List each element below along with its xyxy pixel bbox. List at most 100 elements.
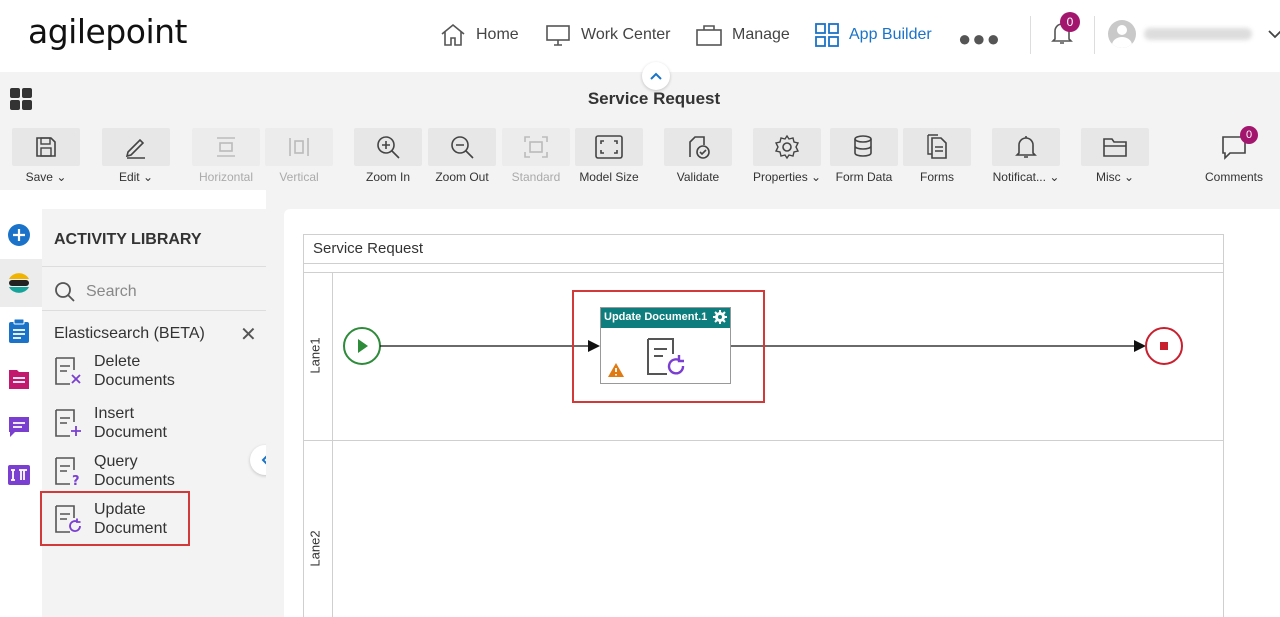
chevron-down-icon: ⌄ [1049,170,1060,184]
chevron-down-icon: ⌄ [1123,170,1135,184]
agilepoint-logo[interactable]: agilepoint [28,12,187,51]
text-field-icon[interactable] [6,462,32,488]
database-icon [854,135,872,157]
align-vertical-icon [289,138,309,156]
model-size-button[interactable]: Model Size [575,128,643,186]
notifications-toolbar-button[interactable]: Notificat... ⌄ [992,128,1060,186]
fit-screen-icon [595,135,623,159]
edit-label: Edit [118,170,140,184]
standard-size-icon [524,136,548,158]
nav-app-builder[interactable]: App Builder [815,20,932,50]
end-event[interactable] [1145,327,1183,365]
close-category-icon[interactable]: ✕ [240,325,257,345]
pool-header-divider [303,263,1224,264]
forms-button[interactable]: Forms [903,128,971,186]
form-data-button[interactable]: Form Data [830,128,898,186]
horizontal-button[interactable]: Horizontal [192,128,260,186]
zoom-out-label: Zoom Out [435,170,489,184]
standard-button[interactable]: Standard [502,128,570,186]
gear-icon [775,134,800,160]
chevron-down-icon [1268,30,1280,39]
bell-icon [1015,136,1037,158]
zoom-out-icon [451,136,474,159]
user-name-blurred [1144,28,1252,40]
nav-app-builder-label: App Builder [849,26,932,43]
highlight-box-update-document [40,491,190,546]
library-item-label: Insert Document [94,405,167,441]
lane1-label[interactable]: Lane1 [308,337,323,373]
activity-library-panel: ACTIVITY LIBRARY Search Elasticsearch (B… [42,209,266,617]
pencil-icon [125,138,145,159]
chat-icon[interactable] [6,414,32,440]
more-options-icon[interactable]: ●●● [958,26,1001,52]
clipboard-icon[interactable] [6,318,32,344]
pool-title: Service Request [313,240,424,257]
page-title: Service Request [587,89,721,108]
save-button[interactable]: Save ⌄ [12,128,80,186]
form-data-label: Form Data [835,170,893,184]
lane-divider [303,440,1224,441]
elasticsearch-icon[interactable] [6,270,32,296]
lane2-label[interactable]: Lane2 [308,530,323,566]
library-item-label: Query Documents [94,453,175,489]
query-document-icon: ? [55,457,80,486]
comments-button[interactable]: 0 Comments [1200,126,1268,186]
folder-icon [1103,138,1127,157]
model-size-label: Model Size [579,170,639,184]
validate-icon [689,136,710,159]
divider [42,310,266,311]
nav-manage[interactable]: Manage [696,20,790,50]
align-horizontal-icon [217,137,235,157]
chevron-down-icon: ⌄ [811,170,822,184]
zoom-in-icon [377,136,400,159]
comments-label: Comments [1204,170,1263,184]
zoom-in-button[interactable]: Zoom In [354,128,422,186]
notifications-button[interactable]: 0 [1050,12,1080,51]
avatar [1108,20,1136,48]
forms-icon [927,134,947,159]
start-event[interactable] [343,327,381,365]
library-category-title: Elasticsearch (BETA) [54,325,205,342]
user-menu[interactable] [1108,20,1280,48]
highlight-box-activity [572,290,765,403]
validate-button[interactable]: Validate [664,128,732,186]
monitor-icon [546,25,570,46]
nav-manage-label: Manage [732,26,790,43]
library-search-input[interactable]: Search [54,281,137,303]
notifications-badge: 0 [1060,12,1080,32]
nav-work-center[interactable]: Work Center [545,20,671,50]
vertical-label: Vertical [279,170,319,184]
folder-document-icon[interactable] [6,366,32,392]
divider [42,266,266,267]
nav-work-center-label: Work Center [581,26,671,43]
misc-button[interactable]: Misc ⌄ [1081,128,1149,186]
nav-home[interactable]: Home [440,20,519,50]
edit-button[interactable]: Edit ⌄ [102,128,170,186]
top-navigation: agilepoint Home Work Center Manage App B… [0,0,1280,72]
home-icon [441,23,465,46]
nav-divider [1094,16,1095,54]
nav-home-label: Home [476,26,519,43]
search-placeholder: Search [86,283,137,300]
save-label: Save [25,170,53,184]
process-flow-diagram [343,327,1183,365]
library-item-insert-document[interactable]: Insert Document [54,404,204,442]
notifications-label: Notificat... [992,170,1046,184]
properties-button[interactable]: Properties ⌄ [753,128,821,186]
vertical-button[interactable]: Vertical [265,128,333,186]
library-title: ACTIVITY LIBRARY [54,231,202,248]
briefcase-icon [696,25,722,46]
lane-top-border [303,272,1224,273]
library-item-query-documents[interactable]: ? Query Documents [54,452,204,490]
app-builder-icon [815,23,839,47]
delete-document-icon [55,357,81,385]
comments-badge: 0 [1240,126,1258,144]
collapse-header-button[interactable] [642,62,670,90]
zoom-out-button[interactable]: Zoom Out [428,128,496,186]
validate-label: Validate [676,170,720,184]
misc-label: Misc [1095,170,1121,184]
library-item-delete-documents[interactable]: Delete Documents [54,352,204,390]
properties-label: Properties [753,170,808,184]
add-activity-icon[interactable] [6,222,32,248]
forms-label: Forms [920,170,954,184]
